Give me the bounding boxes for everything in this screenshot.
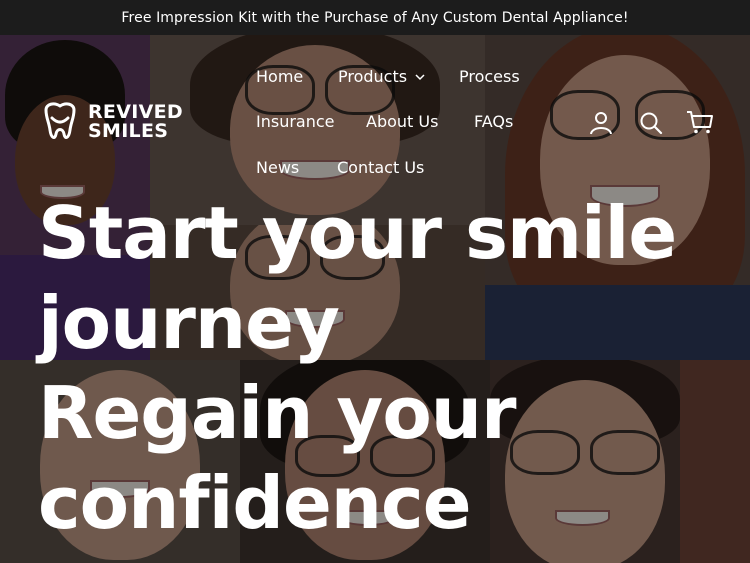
hero-line-2: journey: [38, 281, 340, 365]
brand-name: REVIVED SMILES: [88, 103, 183, 141]
chevron-down-icon: [415, 74, 425, 81]
hero-line-3: Regain your: [38, 371, 517, 455]
nav-contact-us[interactable]: Contact Us: [337, 158, 424, 177]
hero-line-4: confidence: [38, 461, 472, 545]
account-icon[interactable]: [588, 110, 616, 138]
brand-logo[interactable]: REVIVED SMILES: [38, 100, 218, 144]
nav-products[interactable]: Products: [338, 67, 425, 86]
nav-products-label: Products: [338, 67, 408, 86]
nav-insurance[interactable]: Insurance: [256, 112, 335, 131]
announcement-text: Free Impression Kit with the Purchase of…: [121, 9, 629, 26]
search-icon[interactable]: [638, 110, 666, 138]
hero-line-1: Start your smile: [38, 191, 677, 275]
cart-icon[interactable]: [686, 109, 714, 137]
brand-name-line2: SMILES: [88, 120, 169, 142]
nav-faqs[interactable]: FAQs: [474, 112, 513, 131]
nav-process[interactable]: Process: [459, 67, 520, 86]
nav-news[interactable]: News: [256, 158, 299, 177]
nav-home[interactable]: Home: [256, 67, 303, 86]
announcement-bar: Free Impression Kit with the Purchase of…: [0, 0, 750, 35]
tooth-icon: [44, 102, 76, 139]
hero-headline: Start your smile journey Regain your con…: [38, 188, 728, 548]
nav-about-us[interactable]: About Us: [366, 112, 438, 131]
